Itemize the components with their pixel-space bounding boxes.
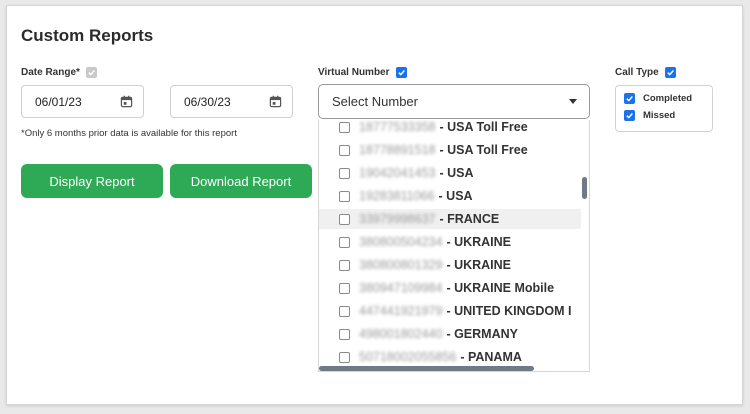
number-value: 18778891518	[359, 143, 436, 157]
missed-checkbox[interactable]	[624, 110, 635, 121]
missed-label: Missed	[643, 110, 676, 121]
start-date-input[interactable]: 06/01/23	[21, 85, 144, 118]
call-type-options: Completed Missed	[615, 85, 713, 132]
calendar-icon[interactable]	[120, 95, 133, 108]
number-checkbox[interactable]	[339, 167, 350, 179]
list-item[interactable]: 19042041453 - USA	[319, 163, 581, 183]
number-country: - UKRAINE	[446, 235, 512, 249]
vertical-scrollbar[interactable]	[582, 177, 587, 199]
number-value: 19283811066	[359, 189, 435, 203]
call-type-label: Call Type	[615, 67, 659, 78]
number-country: - USA Toll Free	[439, 143, 528, 157]
number-checkbox[interactable]	[339, 282, 350, 294]
number-value: 33979998637	[359, 212, 436, 226]
number-checkbox[interactable]	[339, 190, 350, 202]
checkmark-icon	[626, 96, 633, 102]
number-country: - UNITED KINGDOM I	[446, 304, 572, 318]
end-date-value: 06/30/23	[184, 94, 231, 109]
virtual-number-dropdown-list[interactable]: 18777533358 - USA Toll Free 18778891518 …	[318, 120, 590, 372]
date-range-note: *Only 6 months prior data is available f…	[21, 128, 237, 139]
number-checkbox[interactable]	[339, 328, 350, 340]
number-value: 498001802440	[359, 327, 443, 341]
number-checkbox[interactable]	[339, 144, 350, 156]
number-checkbox[interactable]	[339, 121, 350, 133]
end-date-input[interactable]: 06/30/23	[170, 85, 293, 118]
custom-reports-card: Custom Reports Date Range* 06/01/23 06/3…	[6, 5, 743, 405]
number-country: - USA	[438, 189, 473, 203]
list-item[interactable]: 380800504234 - UKRAINE	[319, 232, 581, 252]
list-item-hovered[interactable]: 33979998637 - FRANCE	[319, 209, 581, 229]
virtual-number-checkbox[interactable]	[395, 67, 407, 78]
number-checkbox[interactable]	[339, 351, 350, 363]
completed-label: Completed	[643, 93, 693, 104]
list-item[interactable]: 380947109984 - UKRAINE Mobile	[319, 278, 581, 298]
call-type-option-completed[interactable]: Completed	[624, 93, 692, 104]
download-report-button[interactable]: Download Report	[170, 164, 312, 198]
date-range-label-group: Date Range*	[21, 67, 97, 78]
completed-checkbox[interactable]	[624, 93, 635, 104]
list-item[interactable]: 18777533358 - USA Toll Free	[319, 120, 581, 137]
virtual-number-label: Virtual Number	[318, 67, 390, 78]
number-checkbox[interactable]	[339, 305, 350, 317]
checkmark-icon	[626, 113, 633, 119]
number-value: 50718002055856	[359, 350, 457, 364]
number-value: 18777533358	[359, 120, 436, 134]
checkmark-icon	[88, 70, 95, 76]
checkmark-icon	[397, 70, 405, 76]
number-value: 380800801329	[359, 258, 443, 272]
calendar-icon[interactable]	[269, 95, 282, 108]
number-country: - FRANCE	[439, 212, 500, 226]
list-item[interactable]: 50718002055856 - PANAMA	[319, 347, 581, 367]
list-item[interactable]: 18778891518 - USA Toll Free	[319, 140, 581, 160]
virtual-number-label-group: Virtual Number	[318, 67, 407, 78]
date-range-checkbox	[85, 67, 97, 78]
call-type-label-group: Call Type	[615, 67, 676, 78]
list-item[interactable]: 447441921979 - UNITED KINGDOM I	[319, 301, 581, 321]
number-country: - PANAMA	[460, 350, 522, 364]
number-value: 380800504234	[359, 235, 443, 249]
number-country: - USA	[439, 166, 474, 180]
number-checkbox[interactable]	[339, 259, 350, 271]
page-title: Custom Reports	[21, 26, 154, 45]
number-value: 380947109984	[359, 281, 443, 295]
number-country: - UKRAINE	[446, 258, 512, 272]
virtual-number-placeholder: Select Number	[332, 94, 418, 109]
call-type-checkbox[interactable]	[664, 67, 676, 78]
number-country: - GERMANY	[446, 327, 518, 341]
number-checkbox[interactable]	[339, 213, 350, 225]
caret-down-icon	[569, 99, 577, 104]
number-country: - UKRAINE Mobile	[446, 281, 555, 295]
display-report-button[interactable]: Display Report	[21, 164, 163, 198]
list-item[interactable]: 498001802440 - GERMANY	[319, 324, 581, 344]
start-date-value: 06/01/23	[35, 94, 82, 109]
number-checkbox[interactable]	[339, 236, 350, 248]
list-item[interactable]: 380800801329 - UKRAINE	[319, 255, 581, 275]
number-value: 447441921979	[359, 304, 443, 318]
virtual-number-select[interactable]: Select Number	[318, 84, 590, 119]
call-type-option-missed[interactable]: Missed	[624, 110, 675, 121]
list-item[interactable]: 19283811066 - USA	[319, 186, 581, 206]
date-range-label: Date Range*	[21, 67, 80, 78]
number-value: 19042041453	[359, 166, 436, 180]
horizontal-scrollbar[interactable]	[319, 366, 534, 371]
number-country: - USA Toll Free	[439, 120, 528, 134]
checkmark-icon	[667, 70, 674, 76]
